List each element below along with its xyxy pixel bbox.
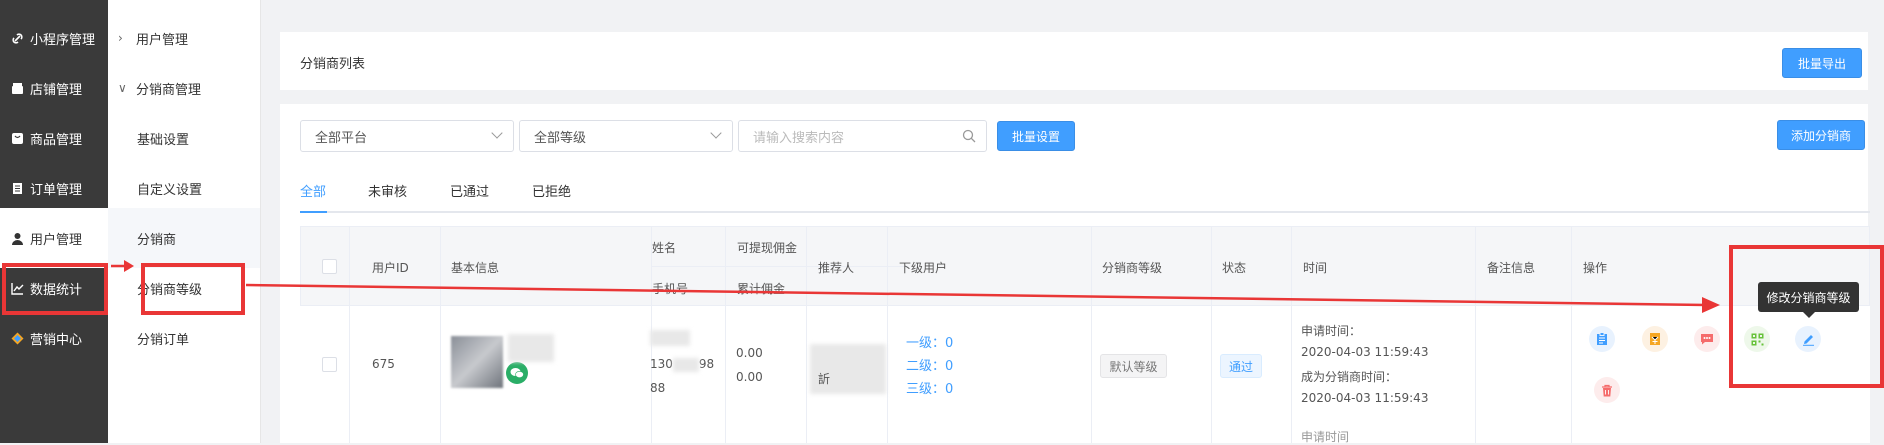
- annotation-arrows: [111, 260, 1720, 313]
